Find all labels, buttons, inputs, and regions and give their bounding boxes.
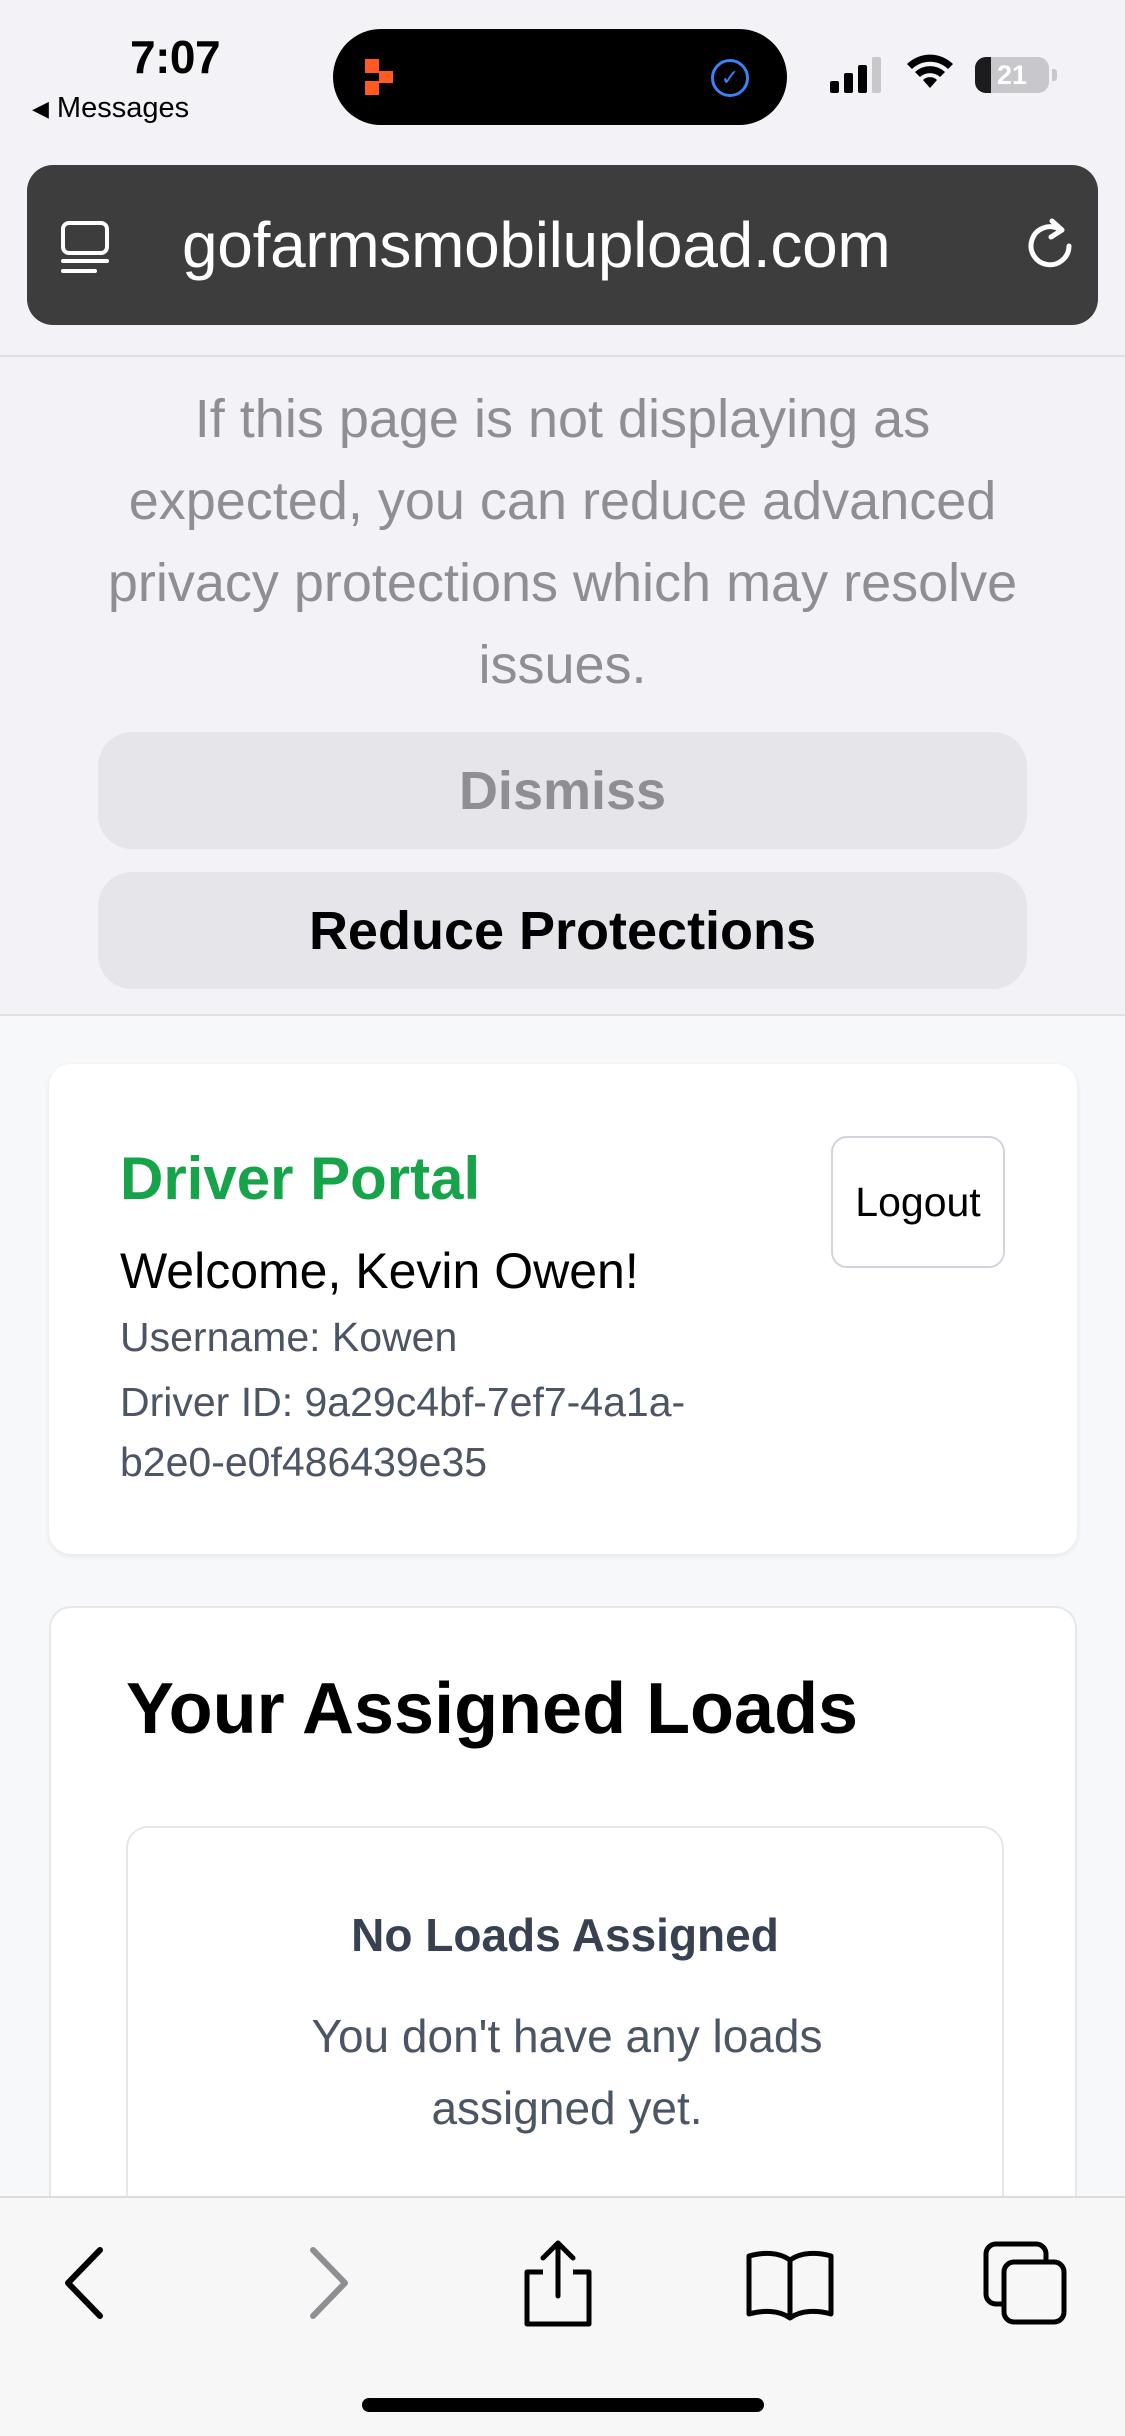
privacy-notice-message: If this page is not displaying as expect… (107, 389, 1018, 695)
dynamic-island: ✓ (333, 29, 787, 125)
portal-title: Driver Portal (120, 1145, 481, 1212)
share-icon[interactable] (513, 2238, 603, 2328)
status-bar: 7:07 ◀ Messages ✓ 21 (0, 0, 1125, 150)
address-bar[interactable]: gofarmsmobilupload.com (27, 165, 1098, 325)
back-triangle-icon: ◀ (32, 95, 49, 121)
assigned-loads-card: Your Assigned Loads No Loads Assigned Yo… (49, 1606, 1077, 2276)
reduce-protections-button[interactable]: Reduce Protections (98, 872, 1027, 989)
username-text: Username: Kowen (120, 1314, 458, 1360)
dismiss-button[interactable]: Dismiss (98, 732, 1027, 849)
cellular-signal-icon (830, 57, 881, 93)
checkmark-icon: ✓ (711, 59, 749, 97)
forward-icon[interactable] (283, 2238, 373, 2328)
bookmarks-icon[interactable] (745, 2238, 835, 2328)
url-text[interactable]: gofarmsmobilupload.com (182, 205, 891, 285)
battery-percent: 21 (996, 60, 1028, 90)
assigned-loads-heading: Your Assigned Loads (126, 1669, 859, 1749)
web-page-content: Driver Portal Welcome, Kevin Owen! Usern… (0, 1016, 1125, 2276)
driver-id-text: Driver ID: 9a29c4bf-7ef7-4a1a-b2e0-e0f48… (120, 1379, 686, 1485)
driver-info-card: Driver Portal Welcome, Kevin Owen! Usern… (49, 1064, 1077, 1554)
app-activity-icon (365, 59, 393, 95)
wifi-icon (907, 54, 953, 88)
divider (0, 355, 1125, 357)
logout-button[interactable]: Logout (831, 1136, 1005, 1268)
welcome-message: Welcome, Kevin Owen! (120, 1243, 639, 1299)
page-menu-icon[interactable] (57, 217, 117, 277)
battery-indicator: 21 (975, 57, 1057, 93)
home-indicator[interactable] (362, 2398, 764, 2412)
empty-state-text: You don't have any loads assigned yet. (311, 2010, 823, 2134)
status-time: 7:07 (130, 31, 221, 83)
reload-icon[interactable] (1019, 215, 1081, 277)
back-app-label: Messages (56, 92, 190, 124)
back-icon[interactable] (40, 2238, 130, 2328)
tabs-icon[interactable] (980, 2238, 1070, 2328)
back-to-app-link[interactable]: ◀ Messages (32, 92, 189, 125)
empty-state-title: No Loads Assigned (351, 1909, 779, 1961)
